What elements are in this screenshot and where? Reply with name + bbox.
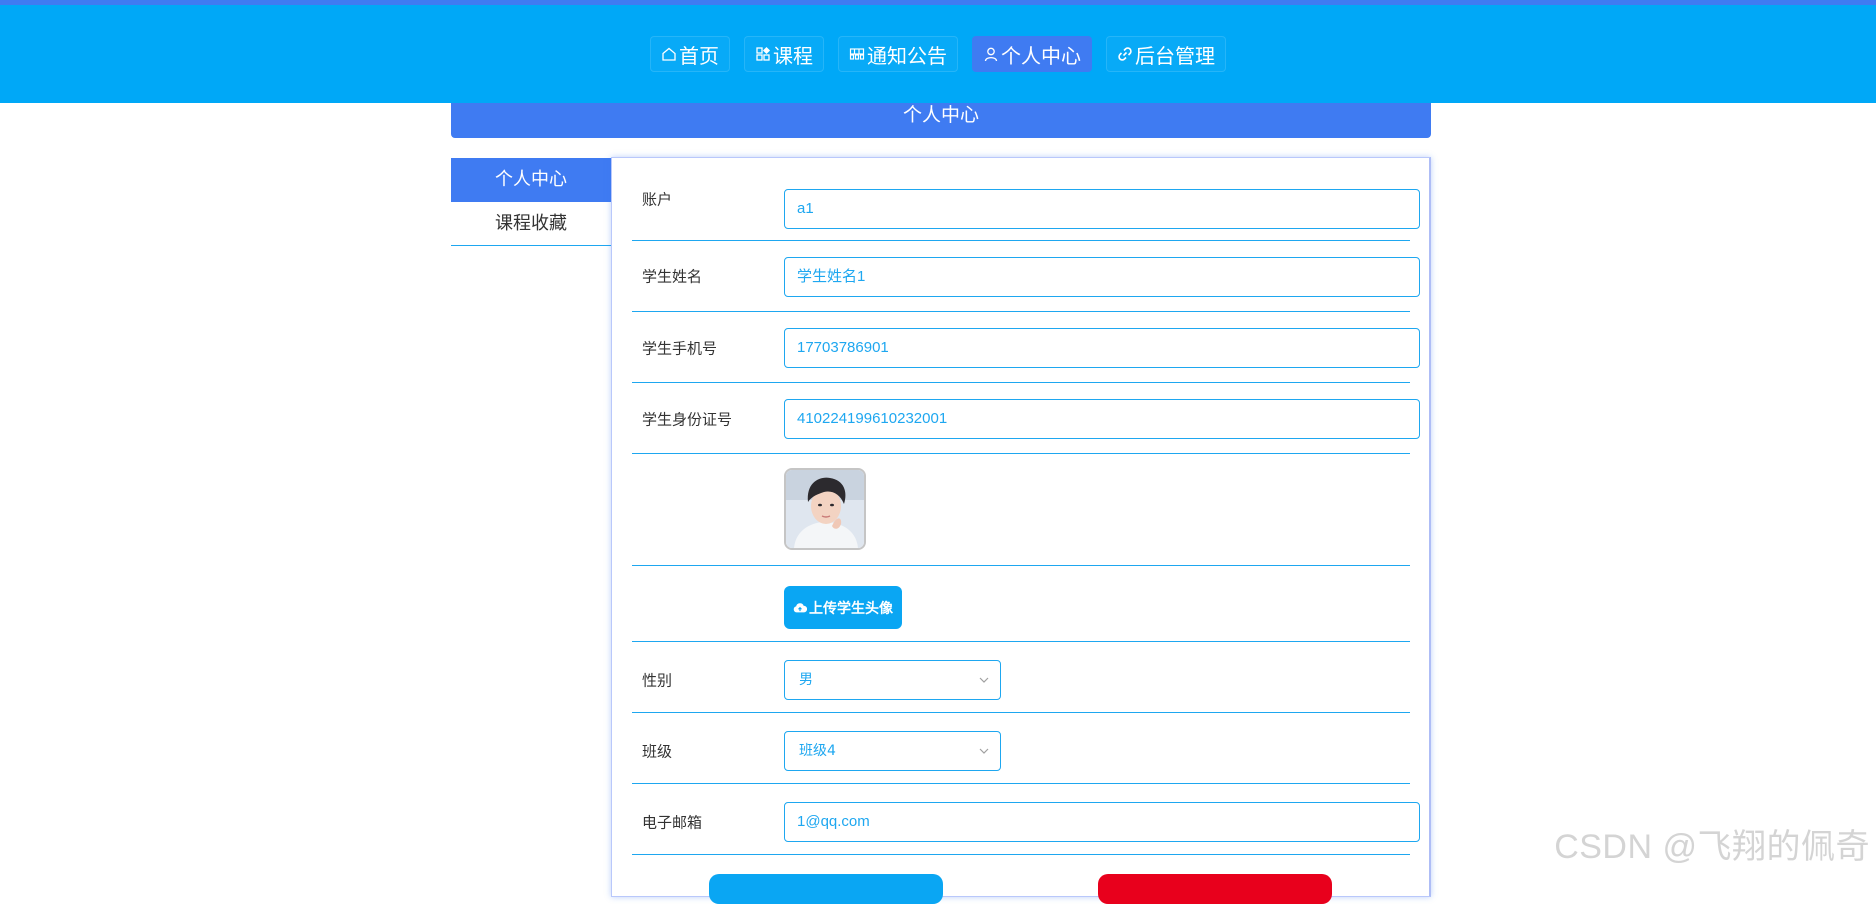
- account-label: 账户: [642, 190, 673, 209]
- nav-personal-center[interactable]: 个人中心: [972, 36, 1092, 72]
- nav-home[interactable]: 首页: [650, 36, 730, 72]
- upload-avatar-button[interactable]: 上传学生头像: [784, 586, 902, 629]
- phone-input[interactable]: 17703786901: [784, 328, 1420, 368]
- list-icon: [849, 48, 865, 60]
- email-input[interactable]: 1@qq.com: [784, 802, 1420, 842]
- home-icon: [662, 47, 676, 61]
- side-item-course-favorites[interactable]: 课程收藏: [451, 202, 611, 246]
- section-title: 个人中心: [451, 103, 1431, 138]
- profile-form: 账户 a1 学生姓名 学生姓名1 学生手机号 17703786901 学生身份证…: [611, 157, 1431, 897]
- form-row-student-name: 学生姓名 学生姓名1: [632, 241, 1420, 312]
- form-row-phone: 学生手机号 17703786901: [632, 312, 1420, 383]
- id-card-label: 学生身份证号: [642, 410, 733, 429]
- student-name-input[interactable]: 学生姓名1: [784, 257, 1420, 297]
- top-nav-bar: 首页 课程 通知公告 个人中心 后台管理: [0, 0, 1876, 103]
- grid-icon: [756, 46, 771, 61]
- form-row-class: 班级 班级4: [632, 713, 1410, 784]
- nav-notices-label: 通知公告: [867, 43, 947, 68]
- user-icon: [984, 47, 998, 62]
- side-menu: 个人中心 课程收藏: [451, 158, 611, 246]
- avatar: [784, 468, 866, 550]
- form-row-account: 账户 a1: [632, 158, 1420, 241]
- nav-admin[interactable]: 后台管理: [1106, 36, 1226, 72]
- form-row-avatar: [632, 454, 1410, 566]
- avatar-image: [786, 470, 864, 548]
- phone-label: 学生手机号: [642, 339, 718, 358]
- form-row-upload: 上传学生头像: [632, 566, 1410, 642]
- account-input[interactable]: a1: [784, 189, 1420, 229]
- nav-personal-center-label: 个人中心: [1001, 43, 1081, 68]
- class-label: 班级: [642, 742, 673, 761]
- form-row-id-card: 学生身份证号 410224199610232001: [632, 383, 1420, 454]
- form-row-gender: 性别 男: [632, 642, 1410, 713]
- main-nav: 首页 课程 通知公告 个人中心 后台管理: [0, 36, 1876, 72]
- nav-courses-label: 课程: [773, 43, 813, 68]
- nav-admin-label: 后台管理: [1135, 43, 1215, 68]
- nav-notices[interactable]: 通知公告: [838, 36, 958, 72]
- side-item-personal-center[interactable]: 个人中心: [451, 158, 611, 202]
- email-label: 电子邮箱: [642, 813, 703, 832]
- gender-value: 男: [799, 672, 813, 688]
- cloud-upload-icon: [793, 602, 807, 612]
- upload-avatar-label: 上传学生头像: [809, 600, 893, 617]
- watermark: CSDN @飞翔的佩奇: [1554, 828, 1870, 866]
- class-value: 班级4: [799, 743, 836, 759]
- id-card-input[interactable]: 410224199610232001: [784, 399, 1420, 439]
- nav-home-label: 首页: [679, 43, 719, 68]
- chevron-down-icon: [979, 677, 989, 683]
- form-row-email: 电子邮箱 1@qq.com: [632, 784, 1420, 855]
- link-icon: [1118, 47, 1132, 61]
- gender-label: 性别: [642, 671, 673, 690]
- class-select[interactable]: 班级4: [784, 731, 1001, 771]
- student-name-label: 学生姓名: [642, 267, 703, 286]
- chevron-down-icon: [979, 748, 989, 754]
- nav-courses[interactable]: 课程: [744, 36, 824, 72]
- gender-select[interactable]: 男: [784, 660, 1001, 700]
